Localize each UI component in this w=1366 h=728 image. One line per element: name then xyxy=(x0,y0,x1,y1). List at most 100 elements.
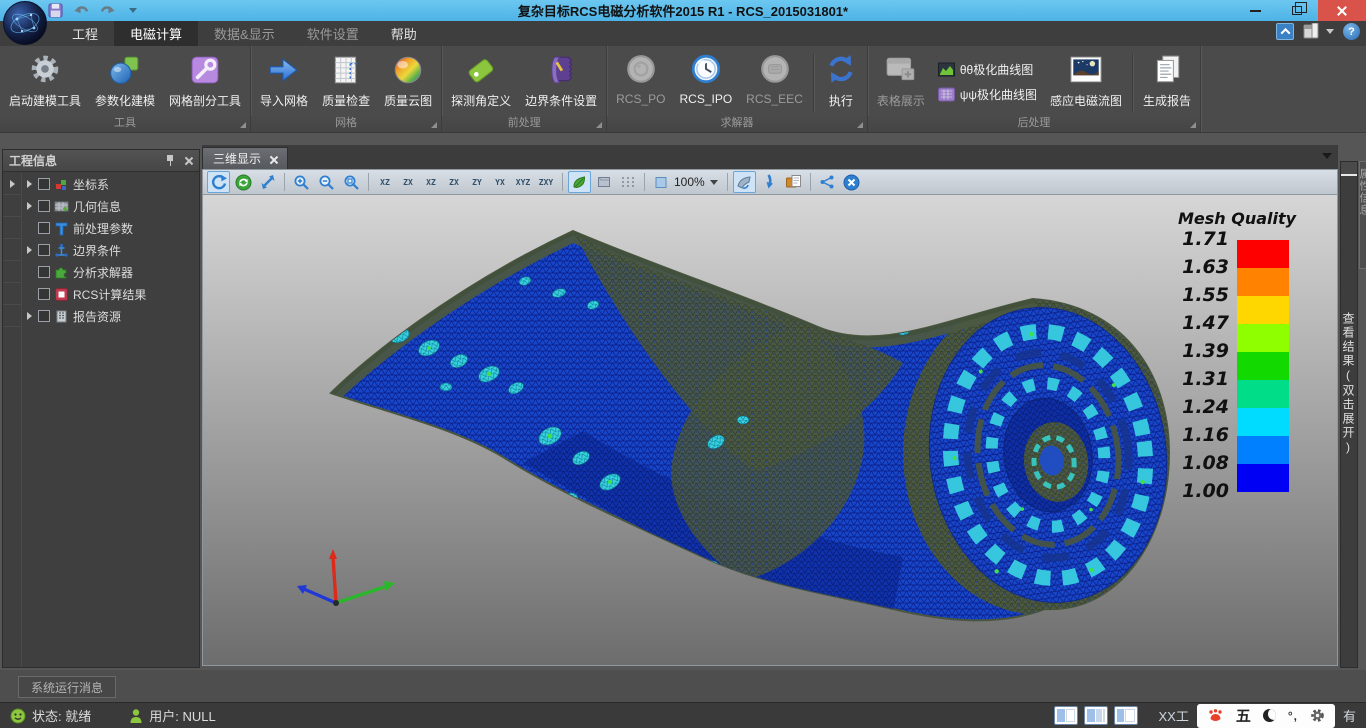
tree-item-geometry-info[interactable]: 几何信息 xyxy=(22,195,199,217)
points-render-button[interactable] xyxy=(617,171,639,193)
window-style-button[interactable] xyxy=(1303,23,1334,40)
dialog-launcher-icon[interactable] xyxy=(857,122,863,128)
window-title: 复杂目标RCS电磁分析软件2015 R1 - RCS_2015031801* xyxy=(0,1,1366,20)
psi-polarization-curve-button[interactable]: ψψ极化曲线图 xyxy=(938,86,1037,103)
collapse-ribbon-button[interactable] xyxy=(1276,23,1294,40)
tab-3d-display[interactable]: 三维显示 xyxy=(202,147,288,169)
close-view-button[interactable] xyxy=(840,171,863,193)
ime-mode-button[interactable]: 五 xyxy=(1236,705,1251,726)
tab-data-display[interactable]: 数据&显示 xyxy=(198,21,291,46)
pin-icon[interactable] xyxy=(166,155,174,166)
quality-check-button[interactable]: 质量检查 xyxy=(315,49,377,115)
spin-view-button[interactable] xyxy=(733,171,756,193)
tab-list-dropdown-icon[interactable] xyxy=(1322,153,1332,159)
group-label-solver: 求解器 xyxy=(720,117,753,129)
sync-view-button[interactable] xyxy=(232,171,255,193)
execute-button[interactable]: 执行 xyxy=(817,49,865,115)
dialog-launcher-icon[interactable] xyxy=(596,122,602,128)
parametric-modeling-button[interactable]: 参数化建模 xyxy=(88,49,162,115)
theta-polarization-curve-button[interactable]: θθ极化曲线图 xyxy=(938,61,1037,78)
view-orientation-button-4[interactable]: ZX xyxy=(443,171,465,193)
checkbox[interactable] xyxy=(38,266,50,278)
legend-value-label: 1.31 xyxy=(1171,368,1229,390)
view-orientation-button-7[interactable]: XYZ xyxy=(512,171,534,193)
ime-gear-icon[interactable] xyxy=(1310,708,1325,723)
close-button[interactable] xyxy=(1318,0,1366,21)
layout-left-button[interactable] xyxy=(1054,706,1078,725)
zoom-fit-button[interactable] xyxy=(340,171,363,193)
tab-close-icon[interactable] xyxy=(269,155,277,163)
tab-project[interactable]: 工程 xyxy=(56,21,114,46)
boundary-condition-settings-button[interactable]: 边界条件设置 xyxy=(518,49,604,115)
view-orientation-button-2[interactable]: ZX xyxy=(397,171,419,193)
flat-render-button[interactable] xyxy=(593,171,615,193)
ime-paw-icon[interactable] xyxy=(1207,708,1224,723)
checkbox[interactable] xyxy=(38,178,50,190)
zoom-level-dropdown[interactable]: 100% xyxy=(650,171,722,193)
expand-icon[interactable] xyxy=(27,202,32,210)
expand-icon[interactable] xyxy=(27,246,32,254)
launch-modeling-tool-button[interactable]: 启动建模工具 xyxy=(2,49,88,115)
tab-software-settings[interactable]: 软件设置 xyxy=(291,21,375,46)
zoom-out-button[interactable] xyxy=(315,171,338,193)
detect-angle-define-button[interactable]: 探测角定义 xyxy=(444,49,518,115)
orbit-rotate-button[interactable] xyxy=(207,171,230,193)
layout-middle-button[interactable] xyxy=(1084,706,1108,725)
drop-down-view-button[interactable] xyxy=(758,171,780,193)
view-orientation-button-3[interactable]: XZ xyxy=(420,171,442,193)
collapsed-results-panel[interactable]: 查看结果(双击展开) xyxy=(1340,161,1358,668)
system-messages-tab[interactable]: 系统运行消息 xyxy=(18,676,116,698)
dialog-launcher-icon[interactable] xyxy=(240,122,246,128)
view-orientation-button-5[interactable]: ZY xyxy=(466,171,488,193)
minimize-button[interactable] xyxy=(1234,0,1276,21)
expand-icon[interactable] xyxy=(27,180,32,188)
checkbox[interactable] xyxy=(38,200,50,212)
wrench-icon xyxy=(188,51,222,89)
panel-close-icon[interactable] xyxy=(184,156,193,165)
expand-icon[interactable] xyxy=(27,312,32,320)
generate-report-button[interactable]: 生成报告 xyxy=(1136,49,1198,115)
layout-right-button[interactable] xyxy=(1114,706,1138,725)
rcs-eec-button[interactable]: RCS_EEC xyxy=(739,49,810,115)
legend-value-label: 1.63 xyxy=(1171,256,1229,278)
tree-item-report-resources[interactable]: 报告资源 xyxy=(22,305,199,327)
ime-punctuation-button[interactable]: °, xyxy=(1288,709,1298,723)
restore-button[interactable] xyxy=(1276,0,1318,21)
tree-item-analysis-solver[interactable]: 分析求解器 xyxy=(22,261,199,283)
capture-window-button[interactable] xyxy=(782,171,805,193)
tab-help[interactable]: 帮助 xyxy=(375,21,433,46)
tree-item-coordinate-system[interactable]: 坐标系 xyxy=(22,173,199,195)
ime-fullhalf-moon-icon[interactable] xyxy=(1263,709,1276,722)
checkbox[interactable] xyxy=(38,244,50,256)
checkbox[interactable] xyxy=(38,222,50,234)
rcs-ipo-button[interactable]: RCS_IPO xyxy=(672,49,739,115)
redo-button[interactable] xyxy=(98,2,116,18)
tree-item-boundary-condition[interactable]: 边界条件 xyxy=(22,239,199,261)
share-export-button[interactable] xyxy=(816,171,838,193)
save-button[interactable] xyxy=(46,2,64,18)
table-display-button[interactable]: 表格展示 xyxy=(870,49,932,115)
properties-panel-tab[interactable]: 属性信息 xyxy=(1359,161,1366,269)
tree-item-rcs-results[interactable]: RCS计算结果 xyxy=(22,283,199,305)
view-orientation-button-6[interactable]: YX xyxy=(489,171,511,193)
import-mesh-button[interactable]: 导入网格 xyxy=(253,49,315,115)
shaded-render-button[interactable] xyxy=(568,171,591,193)
pan-button[interactable] xyxy=(257,171,279,193)
rcs-po-button[interactable]: RCS_PO xyxy=(609,49,672,115)
tree-item-preprocess-params[interactable]: 前处理参数 xyxy=(22,217,199,239)
dialog-launcher-icon[interactable] xyxy=(1190,122,1196,128)
undo-button[interactable] xyxy=(72,2,90,18)
zoom-in-button[interactable] xyxy=(290,171,313,193)
quality-cloudmap-button[interactable]: 质量云图 xyxy=(377,49,439,115)
dialog-launcher-icon[interactable] xyxy=(431,122,437,128)
viewport-3d-canvas[interactable]: Mesh Quality 1.711.631.551.471.391.311.2… xyxy=(202,195,1338,666)
view-orientation-button-1[interactable]: XZ xyxy=(374,171,396,193)
view-orientation-button-8[interactable]: ZXY xyxy=(535,171,557,193)
checkbox[interactable] xyxy=(38,288,50,300)
tab-em-computation[interactable]: 电磁计算 xyxy=(114,21,198,46)
checkbox[interactable] xyxy=(38,310,50,322)
quick-access-dropdown[interactable] xyxy=(124,2,142,18)
mesh-partition-tool-button[interactable]: 网格剖分工具 xyxy=(162,49,248,115)
help-button[interactable]: ? xyxy=(1343,23,1360,40)
induced-current-map-button[interactable]: 感应电磁流图 xyxy=(1043,49,1129,115)
